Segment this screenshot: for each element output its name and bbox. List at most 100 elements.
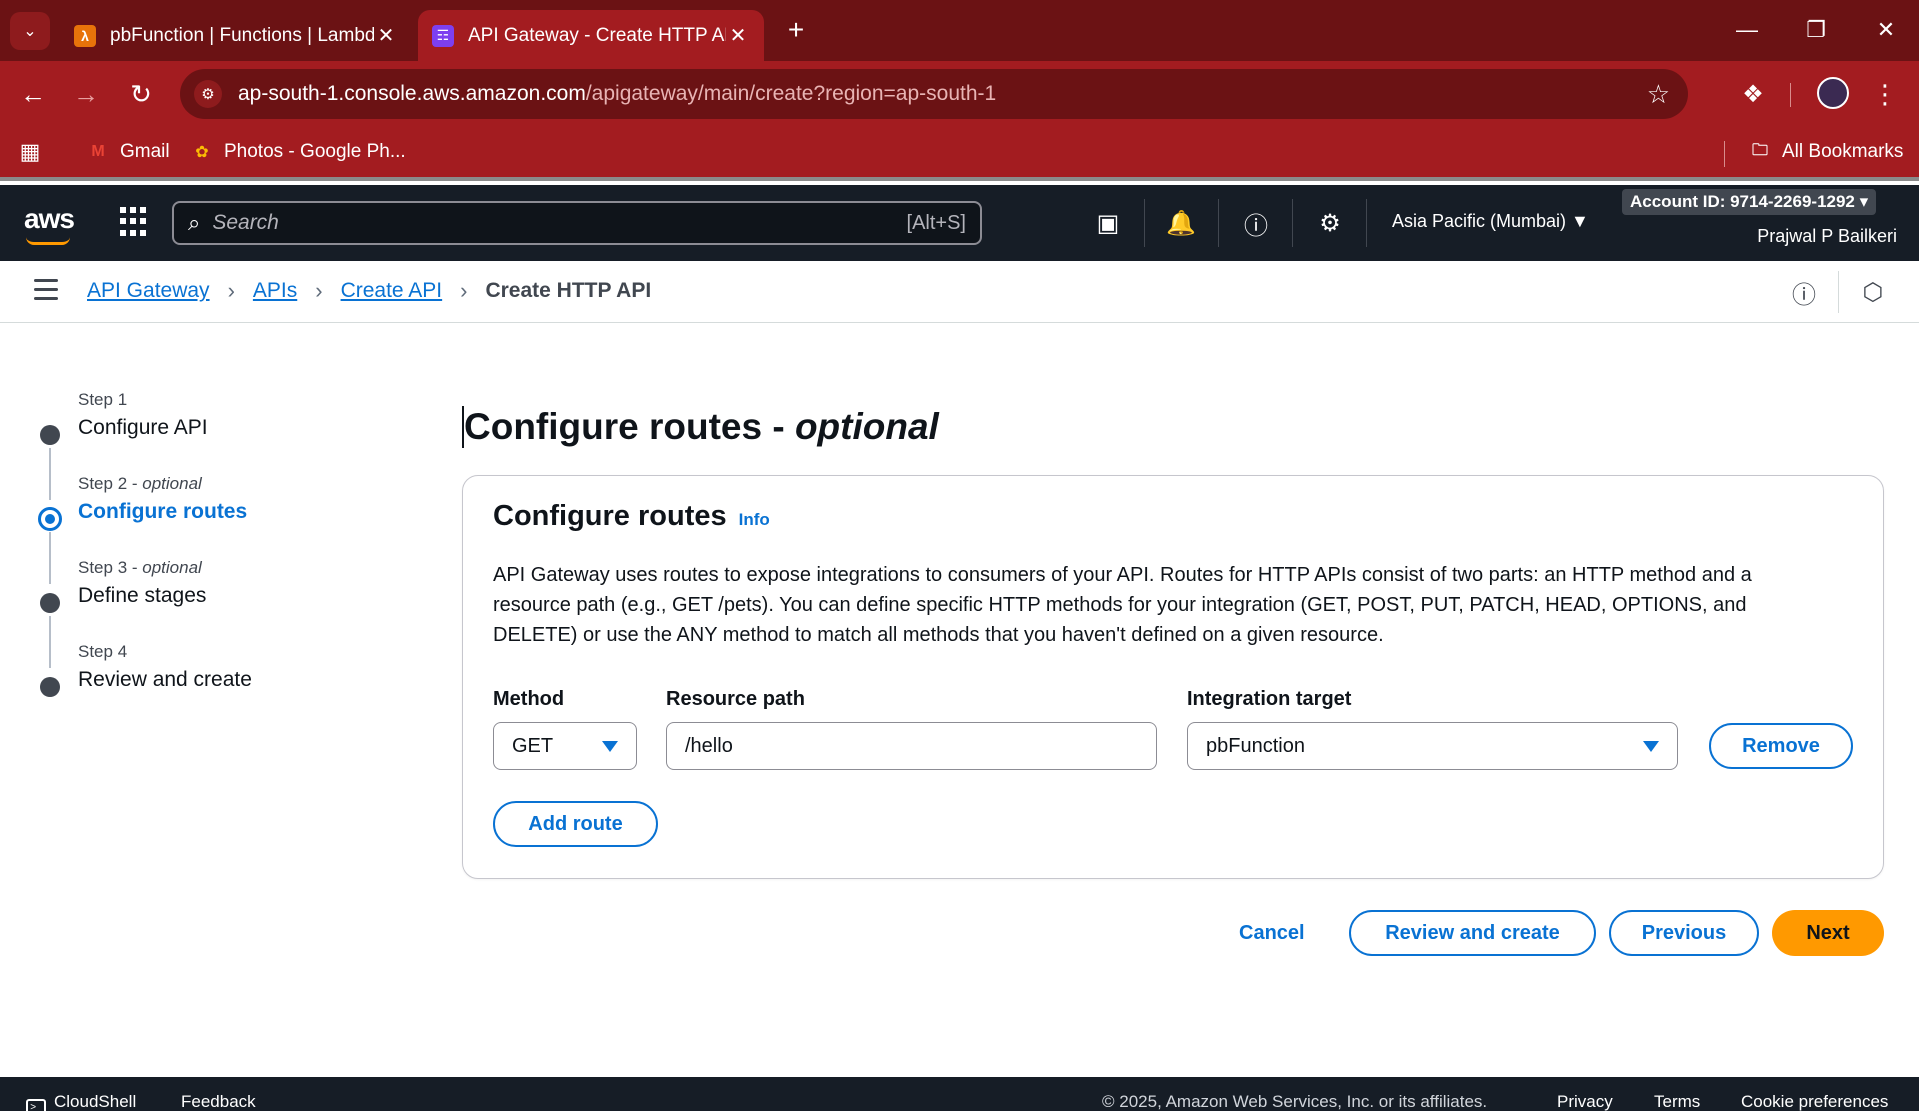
reload-icon[interactable]: ↻ xyxy=(122,75,160,113)
integration-target-label: Integration target xyxy=(1187,688,1352,710)
back-arrow-icon[interactable]: ← xyxy=(14,75,52,113)
step-label: Step 2 - optional xyxy=(78,474,202,493)
notifications-bell-icon[interactable]: 🔔 xyxy=(1163,205,1199,241)
bookmark-gmail[interactable]: M Gmail xyxy=(86,137,170,167)
account-id-chip[interactable]: Account ID: 9714-2269-1292 ▾ xyxy=(1622,189,1877,215)
resource-path-label: Resource path xyxy=(666,688,805,710)
side-nav-menu-icon[interactable] xyxy=(34,279,58,303)
extensions-puzzle-icon[interactable]: ❖ xyxy=(1735,76,1771,112)
bookmark-google-photos[interactable]: ✿ Photos - Google Ph... xyxy=(190,137,406,167)
search-placeholder: Search xyxy=(212,211,279,234)
cloudshell-icon: >_ xyxy=(26,1099,46,1111)
review-and-create-button[interactable]: Review and create xyxy=(1349,910,1596,956)
address-bar[interactable]: ⚙ ap-south-1.console.aws.amazon.com/apig… xyxy=(180,69,1688,119)
window-close-icon[interactable]: ✕ xyxy=(1866,12,1906,48)
bookmark-label: Gmail xyxy=(120,141,170,162)
integration-target-select[interactable]: pbFunction xyxy=(1187,722,1678,770)
step-define-stages[interactable]: Step 3 - optional Define stages xyxy=(38,558,398,668)
nav-divider xyxy=(1144,199,1145,247)
services-grid-icon[interactable] xyxy=(120,207,150,237)
footer-privacy[interactable]: Privacy xyxy=(1557,1092,1613,1111)
footer-cookie-preferences[interactable]: Cookie preferences xyxy=(1741,1092,1888,1111)
forward-arrow-icon[interactable]: → xyxy=(67,75,105,113)
add-route-button[interactable]: Add route xyxy=(493,801,658,847)
chevron-right-icon: › xyxy=(460,278,468,303)
panel-title: Configure routes xyxy=(493,500,727,532)
all-bookmarks[interactable]: 🗀 All Bookmarks xyxy=(1748,137,1903,167)
breadcrumb-divider xyxy=(1838,271,1839,313)
apps-grid-icon[interactable]: ▦ xyxy=(18,137,52,167)
page-title: Configure routes - optional xyxy=(462,406,939,448)
search-shortcut: [Alt+S] xyxy=(906,211,966,234)
close-icon[interactable]: ✕ xyxy=(726,23,750,48)
integration-target-value: pbFunction xyxy=(1206,734,1305,757)
step-configure-api[interactable]: Step 1 Configure API xyxy=(38,390,398,500)
step-configure-routes[interactable]: Step 2 - optional Configure routes xyxy=(38,474,398,584)
next-button[interactable]: Next xyxy=(1772,910,1884,956)
panel-header: Configure routes Info xyxy=(493,500,770,533)
step-name: Define stages xyxy=(78,584,207,607)
step-review-and-create[interactable]: Step 4 Review and create xyxy=(38,642,398,726)
cancel-button[interactable]: Cancel xyxy=(1239,922,1305,945)
help-icon[interactable]: ⓘ xyxy=(1238,205,1274,241)
nav-divider xyxy=(1292,199,1293,247)
user-name[interactable]: Prajwal P Bailkeri xyxy=(1757,226,1897,247)
breadcrumb-apis[interactable]: APIs xyxy=(253,279,297,303)
wizard-steps: Step 1 Configure API Step 2 - optional C… xyxy=(38,390,398,726)
new-tab-plus-icon[interactable]: + xyxy=(780,14,812,46)
aws-logo[interactable]: aws xyxy=(24,203,75,245)
footer-cloudshell[interactable]: >_ CloudShell xyxy=(26,1092,136,1111)
bookmark-label: Photos - Google Ph... xyxy=(224,141,406,162)
method-select[interactable]: GET xyxy=(493,722,637,770)
step-name: Configure API xyxy=(78,416,208,439)
aws-search-input[interactable]: ⌕ Search [Alt+S] xyxy=(172,201,982,245)
footer-feedback[interactable]: Feedback xyxy=(181,1092,256,1111)
profile-avatar[interactable] xyxy=(1817,77,1849,109)
footer-terms[interactable]: Terms xyxy=(1654,1092,1700,1111)
remove-route-button[interactable]: Remove xyxy=(1709,723,1853,769)
settings-gear-icon[interactable]: ⚙ xyxy=(1312,205,1348,241)
breadcrumb-current: Create HTTP API xyxy=(485,279,652,302)
breadcrumb-create-api[interactable]: Create API xyxy=(341,279,443,303)
step-dot xyxy=(40,593,60,613)
caret-down-icon xyxy=(1643,740,1659,752)
folder-icon: 🗀 xyxy=(1751,141,1768,159)
breadcrumb-bar: API Gateway › APIs › Create API › Create… xyxy=(0,261,1919,323)
security-shield-icon[interactable]: ⬡ xyxy=(1858,277,1888,307)
resource-path-value: /hello xyxy=(685,734,733,757)
browser-toolbar: ← → ↻ ⚙ ap-south-1.console.aws.amazon.co… xyxy=(0,61,1919,127)
step-dot xyxy=(40,425,60,445)
chevron-right-icon: › xyxy=(227,278,235,303)
api-gateway-icon: ☶ xyxy=(432,24,454,47)
breadcrumb: API Gateway › APIs › Create API › Create… xyxy=(87,278,651,304)
panel-description: API Gateway uses routes to expose integr… xyxy=(493,564,1752,646)
toolbar-divider xyxy=(1790,83,1791,107)
previous-button[interactable]: Previous xyxy=(1609,910,1759,956)
info-panel-icon[interactable]: ⓘ xyxy=(1789,277,1819,309)
cloudshell-icon[interactable]: ▣ xyxy=(1090,205,1126,241)
close-icon[interactable]: ✕ xyxy=(374,23,398,48)
footer-copyright: © 2025, Amazon Web Services, Inc. or its… xyxy=(1102,1092,1488,1111)
aws-top-nav: aws ⌕ Search [Alt+S] ▣ 🔔 ⓘ ⚙ Asia Pacifi… xyxy=(0,185,1919,261)
step-label: Step 3 - optional xyxy=(78,558,202,577)
breadcrumb-api-gateway[interactable]: API Gateway xyxy=(87,279,210,303)
tab-search-chevron-icon[interactable]: ⌄ xyxy=(10,12,50,50)
browser-tab-bar: ⌄ λ pbFunction | Functions | Lambda ✕ ☶ … xyxy=(0,0,1919,61)
restore-icon[interactable]: ❐ xyxy=(1796,12,1836,48)
tab-lambda[interactable]: λ pbFunction | Functions | Lambda ✕ xyxy=(60,10,412,61)
configure-routes-panel: Configure routes Info API Gateway uses r… xyxy=(462,475,1884,879)
minimize-icon[interactable]: — xyxy=(1727,12,1767,48)
resource-path-input[interactable]: /hello xyxy=(666,722,1157,770)
method-label: Method xyxy=(493,688,565,710)
more-menu-icon[interactable]: ⋮ xyxy=(1870,75,1900,113)
info-link[interactable]: Info xyxy=(739,510,770,530)
region-selector[interactable]: Asia Pacific (Mumbai) ▼ xyxy=(1392,211,1589,232)
nav-divider xyxy=(1218,199,1219,247)
url-text: ap-south-1.console.aws.amazon.com/apigat… xyxy=(238,82,997,105)
tab-api-gateway[interactable]: ☶ API Gateway - Create HTTP API ✕ xyxy=(418,10,764,61)
method-value: GET xyxy=(512,734,554,757)
gmail-icon: M xyxy=(91,143,105,160)
step-dot-active xyxy=(38,507,62,531)
bookmark-star-icon[interactable]: ☆ xyxy=(1647,79,1670,110)
site-settings-icon[interactable]: ⚙ xyxy=(194,80,222,108)
